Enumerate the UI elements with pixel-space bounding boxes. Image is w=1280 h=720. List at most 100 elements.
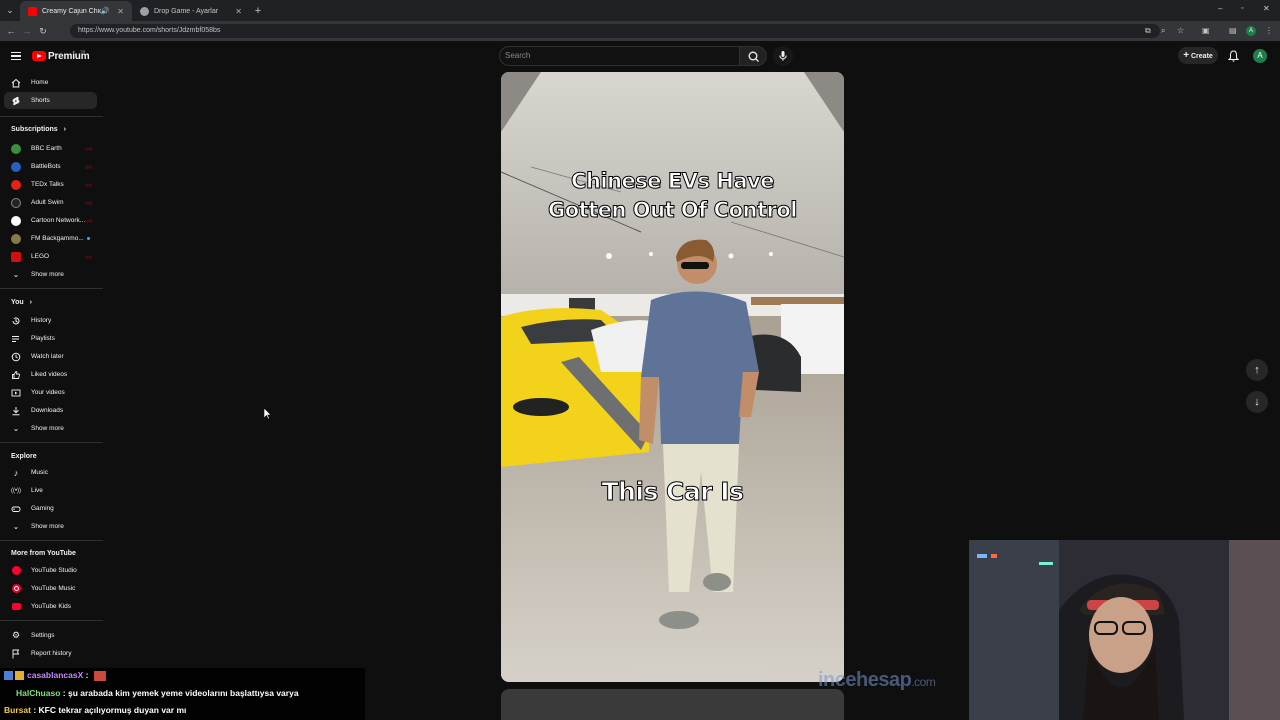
sidebar-item-label: Liked videos xyxy=(31,371,68,378)
sidebar-item-label: Downloads xyxy=(31,407,64,414)
sidebar-item-label: Playlists xyxy=(31,335,55,342)
watermark-tld: .com xyxy=(911,675,936,689)
profile-avatar-icon[interactable]: A xyxy=(1246,26,1256,36)
chevron-right-icon: › xyxy=(29,299,32,306)
close-window-icon[interactable]: ✕ xyxy=(1263,4,1270,13)
sidebar-item-music[interactable]: ♪ Music xyxy=(4,464,97,481)
sidebar-item-youtube-music[interactable]: YouTube Music xyxy=(4,580,97,597)
back-icon[interactable]: ← xyxy=(3,26,19,36)
search-button[interactable] xyxy=(739,46,767,66)
tab-active[interactable]: Creamy Cajun Chicken Past 🔊 ✕ xyxy=(20,1,132,21)
sidebar-item-label: History xyxy=(31,317,52,324)
subscriptions-heading[interactable]: Subscriptions › xyxy=(11,126,66,133)
hamburger-menu-icon[interactable] xyxy=(11,52,21,60)
chat-username: casablancasX xyxy=(27,670,84,680)
close-tab-icon[interactable]: ✕ xyxy=(235,7,242,16)
channel-avatar xyxy=(11,161,21,172)
sidebar-item-home[interactable]: Home xyxy=(4,74,97,91)
sidebar-item-label: FM Backgammo... xyxy=(31,235,84,242)
channel-avatar xyxy=(11,215,21,226)
tab-title: Drop Game - Ayarlar xyxy=(154,7,219,15)
subscriptions-show-more[interactable]: ⌄ Show more xyxy=(4,266,97,283)
create-button[interactable]: + Create xyxy=(1178,47,1218,64)
sidebar-item-channel[interactable]: TEDx Talks ((•)) xyxy=(4,176,97,193)
sidebar-item-playlists[interactable]: Playlists xyxy=(4,330,97,347)
home-icon xyxy=(11,78,21,88)
tab-inactive[interactable]: Drop Game - Ayarlar ✕ xyxy=(132,1,250,21)
close-tab-icon[interactable]: ✕ xyxy=(117,7,124,16)
reload-icon[interactable]: ↻ xyxy=(35,26,51,37)
speaker-icon[interactable]: 🔊 xyxy=(101,7,110,15)
playlists-icon xyxy=(11,334,21,344)
sidebar-item-label: Show more xyxy=(31,425,64,432)
explore-heading-text: Explore xyxy=(11,453,37,460)
next-short-button[interactable]: ↓ xyxy=(1246,391,1268,413)
sidebar-item-channel[interactable]: BBC Earth ((•)) xyxy=(4,140,97,157)
sidebar-item-label: BBC Earth xyxy=(31,145,62,152)
more-menu-icon[interactable]: ⋮ xyxy=(1265,26,1273,35)
account-avatar[interactable]: A xyxy=(1253,49,1267,63)
sidebar-item-channel[interactable]: BattleBots ((•)) xyxy=(4,158,97,175)
cast-icon[interactable]: ⧉ xyxy=(1145,26,1151,36)
create-label: Create xyxy=(1191,53,1213,60)
more-heading-text: More from YouTube xyxy=(11,550,76,557)
extensions-icon[interactable]: ▣ xyxy=(1202,26,1210,35)
chat-username: Bursat xyxy=(4,705,31,715)
sidebar-item-shorts[interactable]: Shorts xyxy=(4,92,97,109)
tab-search-icon[interactable]: ⌄ xyxy=(0,5,20,16)
globe-favicon-icon xyxy=(140,6,149,16)
maximize-icon[interactable]: ▫ xyxy=(1241,5,1243,12)
live-indicator-icon: ((•)) xyxy=(85,254,92,259)
chevron-down-icon: ⌄ xyxy=(12,522,20,531)
sidebar-item-youtube-kids[interactable]: YouTube Kids xyxy=(4,598,97,615)
bookmark-star-icon[interactable]: ☆ xyxy=(1177,26,1184,35)
voice-search-button[interactable] xyxy=(773,46,793,66)
sidebar-item-channel[interactable]: Adult Swim ((•)) xyxy=(4,194,97,211)
chevron-down-icon: ⌄ xyxy=(12,424,20,433)
you-show-more[interactable]: ⌄ Show more xyxy=(4,420,97,437)
sidebar-item-your-videos[interactable]: Your videos xyxy=(4,384,97,401)
sidebar-item-youtube-studio[interactable]: YouTube Studio xyxy=(4,562,97,579)
arrow-up-icon: ↑ xyxy=(1254,364,1260,376)
sidebar-item-liked-videos[interactable]: Liked videos xyxy=(4,366,97,383)
sidebar-item-channel[interactable]: LEGO ((•)) xyxy=(4,248,97,265)
sidebar-panel-icon[interactable]: ▤ xyxy=(1229,26,1237,35)
shorts-video-player[interactable]: Chinese EVs Have Gotten Out Of Control T… xyxy=(501,72,844,682)
live-indicator-icon: ((•)) xyxy=(85,218,92,223)
sidebar-item-watch-later[interactable]: Watch later xyxy=(4,348,97,365)
next-short-preview[interactable] xyxy=(501,689,844,720)
minimize-icon[interactable]: – xyxy=(1218,4,1222,13)
zoom-icon[interactable]: ⌕ xyxy=(1161,26,1165,36)
sidebar-item-label: Settings xyxy=(31,632,55,639)
sidebar-item-label: Show more xyxy=(31,523,64,530)
sidebar-item-channel[interactable]: FM Backgammo... xyxy=(4,230,97,247)
previous-short-button[interactable]: ↑ xyxy=(1246,359,1268,381)
forward-icon[interactable]: → xyxy=(19,26,35,36)
sidebar-item-downloads[interactable]: Downloads xyxy=(4,402,97,419)
sidebar-item-history[interactable]: History xyxy=(4,312,97,329)
sidebar-item-label: Music xyxy=(31,469,48,476)
you-heading[interactable]: You › xyxy=(11,299,32,306)
new-tab-icon[interactable]: + xyxy=(250,5,266,17)
channel-avatar xyxy=(11,179,21,190)
sidebar-item-label: Your videos xyxy=(31,389,65,396)
chat-message: HalChuaso : şu arabada kim yemek yeme vi… xyxy=(4,688,299,698)
sidebar-item-label: Report history xyxy=(31,650,72,657)
sidebar-item-label: Show more xyxy=(31,271,64,278)
live-indicator-icon: ((•)) xyxy=(85,200,92,205)
url-field[interactable]: https://www.youtube.com/shorts/Jdzmbf058… xyxy=(70,24,1160,38)
explore-show-more[interactable]: ⌄ Show more xyxy=(4,518,97,535)
sidebar-item-gaming[interactable]: Gaming xyxy=(4,500,97,517)
sidebar-item-report-history[interactable]: Report history xyxy=(4,645,97,662)
sidebar-item-live[interactable]: ((•)) Live xyxy=(4,482,97,499)
sidebar-item-settings[interactable]: ⚙ Settings xyxy=(4,627,97,644)
shorts-icon xyxy=(11,96,21,106)
youtube-logo-icon[interactable] xyxy=(32,51,46,61)
sidebar-item-channel[interactable]: Cartoon Network... ((•)) xyxy=(4,212,97,229)
search-input[interactable]: Search xyxy=(499,46,739,66)
notifications-bell-icon[interactable] xyxy=(1228,50,1239,62)
search-icon xyxy=(748,51,759,62)
sidebar-item-label: LEGO xyxy=(31,253,50,260)
thumbs-up-icon xyxy=(11,370,21,380)
you-heading-text: You xyxy=(11,299,24,306)
